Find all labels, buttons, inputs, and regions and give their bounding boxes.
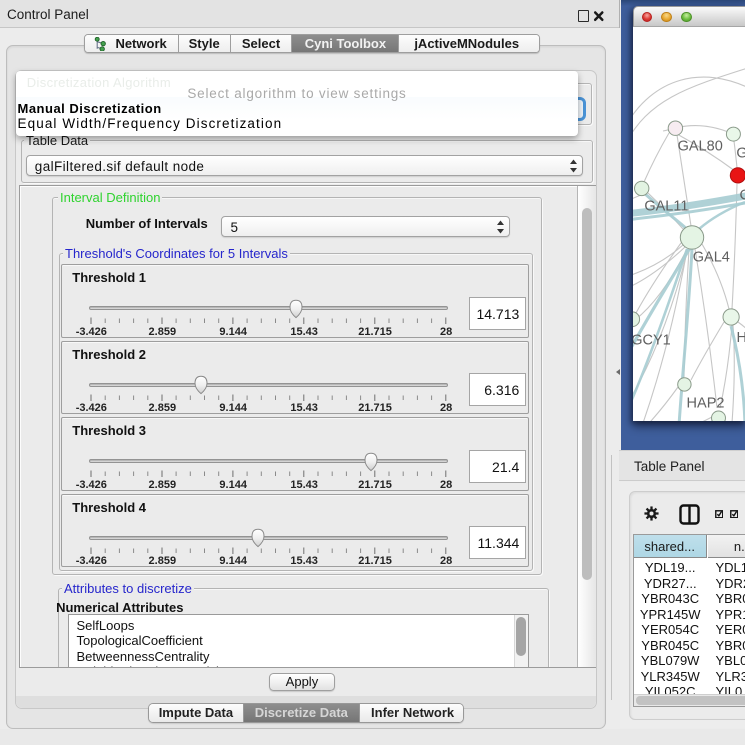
svg-text:HAP2: HAP2 [686, 396, 724, 412]
svg-text:G.: G. [736, 146, 745, 162]
svg-text:GCY1: GCY1 [633, 333, 671, 349]
svg-text:GAL4: GAL4 [692, 250, 729, 266]
svg-text:H: H [736, 331, 745, 347]
svg-text:C: C [739, 188, 745, 204]
svg-text:GAL11: GAL11 [644, 199, 688, 215]
svg-text:GAL80: GAL80 [677, 139, 722, 155]
